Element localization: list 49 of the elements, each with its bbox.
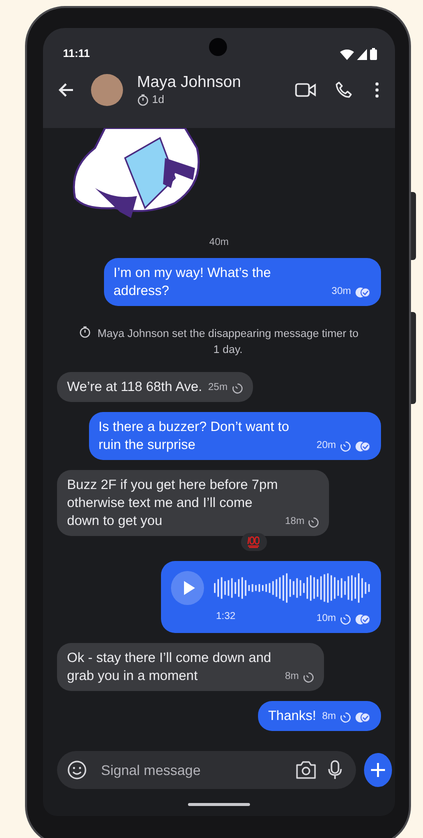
timer-icon: [137, 94, 149, 106]
wifi-icon: [340, 48, 354, 60]
message-text: Is there a buzzer? Don’t want to ruin the surprise: [98, 418, 290, 454]
message-bubble[interactable]: Is there a buzzer? Don’t want to ruin the surprise 20m: [88, 412, 381, 460]
message-bubble[interactable]: We’re at 118 68th Ave. 25m: [57, 372, 253, 402]
message-bubble[interactable]: Buzz 2F if you get here before 7pm otherwise text me and I’ll come down to get you 18m: [57, 470, 330, 536]
message-time: 20m: [316, 439, 336, 453]
message-time: 25m: [208, 381, 228, 395]
more-icon[interactable]: [375, 82, 379, 98]
voice-message-bubble[interactable]: 1:32 10m: [161, 561, 381, 633]
hundred-points-icon: [247, 536, 261, 548]
reaction-badge[interactable]: [241, 533, 267, 551]
message-input-field[interactable]: Signal message: [99, 761, 284, 779]
message-time: 8m: [322, 710, 336, 724]
play-icon: [183, 581, 196, 595]
avatar[interactable]: [91, 74, 123, 106]
message-text: Ok - stay there I’ll come down and grab you in a moment: [67, 649, 272, 685]
message-text: Thanks!: [268, 707, 316, 725]
composer-bar[interactable]: Signal message: [57, 751, 356, 789]
play-button[interactable]: [171, 571, 204, 605]
voice-duration: 1:32: [216, 611, 236, 624]
message-bubble[interactable]: Thanks! 8m: [258, 701, 381, 731]
status-time: 11:11: [63, 48, 90, 60]
home-indicator: [188, 803, 250, 806]
plus-icon: [370, 762, 386, 778]
timer-label: 1d: [152, 94, 164, 106]
attach-button[interactable]: [364, 753, 392, 787]
video-call-icon[interactable]: [295, 82, 317, 98]
timer-icon: [79, 326, 91, 338]
contact-name[interactable]: Maya Johnson: [137, 74, 295, 92]
message-text: I’m on my way! What’s the address?: [114, 264, 272, 300]
phone-call-icon[interactable]: [335, 81, 353, 99]
microphone-icon[interactable]: [328, 760, 342, 780]
message-bubble[interactable]: Ok - stay there I’ll come down and grab you in a moment 8m: [57, 643, 324, 691]
message-time: 30m: [332, 285, 351, 299]
message-time: 18m: [285, 515, 304, 529]
message-time: 10m: [316, 612, 336, 626]
emoji-icon[interactable]: [67, 760, 87, 780]
signal-icon: [357, 48, 367, 60]
system-message: Maya Johnson set the disappearing message timer to 1 day.: [97, 327, 359, 358]
camera-icon[interactable]: [296, 761, 316, 779]
message-bubble[interactable]: I’m on my way! What’s the address? 30m: [104, 258, 381, 306]
message-time: 8m: [285, 670, 299, 684]
battery-icon: [370, 48, 377, 60]
time-divider: 40m: [209, 237, 229, 248]
message-text: We’re at 118 68th Ave.: [67, 378, 202, 396]
message-text: Buzz 2F if you get here before 7pm otherwise text me and I’ll come down to get you: [67, 476, 279, 530]
camera-hole: [209, 38, 227, 56]
back-arrow-icon[interactable]: [57, 81, 75, 99]
